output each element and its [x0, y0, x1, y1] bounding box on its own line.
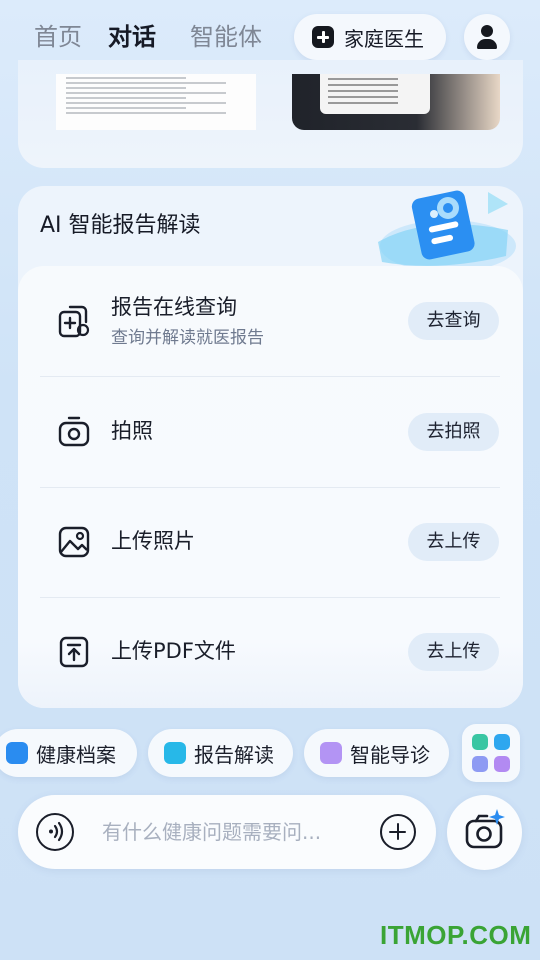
- list-item-take-photo[interactable]: 拍照 去拍照: [18, 377, 523, 487]
- folder-icon: [6, 742, 28, 764]
- phone-report-thumbnail: [292, 74, 500, 130]
- list-item-upload-photo[interactable]: 上传照片 去上传: [18, 488, 523, 598]
- upload-photo-button[interactable]: 去上传: [408, 523, 499, 561]
- report-search-icon: [58, 305, 90, 338]
- tab-home[interactable]: 首页: [34, 20, 82, 54]
- user-profile-button[interactable]: [464, 14, 510, 60]
- chip-label: 智能导诊: [350, 742, 430, 767]
- guide-search-icon: [320, 742, 342, 764]
- tab-agent[interactable]: 智能体: [190, 20, 262, 54]
- list-item-online-query[interactable]: 报告在线查询 查询并解读就医报告 去查询: [18, 266, 523, 376]
- chat-input-bar: [18, 795, 436, 869]
- query-button[interactable]: 去查询: [408, 302, 499, 340]
- user-icon: [481, 25, 493, 37]
- upload-pdf-button[interactable]: 去上传: [408, 633, 499, 671]
- medical-cross-icon: [312, 26, 334, 48]
- paper-report-thumbnail: [56, 74, 256, 130]
- site-watermark: ITMOP.COM: [380, 920, 532, 950]
- image-icon: [58, 526, 90, 558]
- app-grid-icon: [472, 734, 488, 750]
- list-item-title: 拍照: [111, 419, 153, 443]
- chat-input[interactable]: [102, 815, 362, 849]
- camera-icon: [58, 416, 90, 447]
- health-records-chip[interactable]: 健康档案: [0, 729, 137, 777]
- list-item-title: 报告在线查询: [111, 295, 237, 319]
- smart-guide-chip[interactable]: 智能导诊: [304, 729, 449, 777]
- chip-label: 报告解读: [194, 742, 274, 767]
- list-item-subtitle: 查询并解读就医报告: [111, 328, 264, 348]
- take-photo-button[interactable]: 去拍照: [408, 413, 499, 451]
- list-item-title: 上传PDF文件: [111, 639, 236, 663]
- voice-input-button[interactable]: [36, 813, 74, 851]
- add-attachment-button[interactable]: [380, 814, 416, 850]
- report-card-title: AI 智能报告解读: [40, 213, 201, 238]
- voice-icon: [49, 821, 64, 842]
- more-apps-button[interactable]: [462, 724, 520, 782]
- list-item-upload-pdf[interactable]: 上传PDF文件 去上传: [18, 598, 523, 708]
- upload-file-icon: [59, 636, 89, 668]
- report-interpret-chip[interactable]: 报告解读: [148, 729, 293, 777]
- family-doctor-label: 家庭医生: [344, 26, 424, 51]
- chip-label: 健康档案: [36, 742, 116, 767]
- camera-sparkle-icon: [465, 809, 505, 849]
- camera-button[interactable]: [447, 795, 522, 870]
- report-options-list: 报告在线查询 查询并解读就医报告 去查询 拍照 去拍照 上传照片 去上传 上传P…: [18, 266, 523, 708]
- tab-chat[interactable]: 对话: [108, 20, 156, 54]
- family-doctor-button[interactable]: 家庭医生: [294, 14, 446, 60]
- report-chat-icon: [164, 742, 186, 764]
- list-item-title: 上传照片: [111, 529, 195, 553]
- report-sample-card: [18, 60, 523, 168]
- ai-report-card: AI 智能报告解读 报告在线查询 查询并解读就医报告 去查询 拍照 去拍照 上传…: [18, 186, 523, 708]
